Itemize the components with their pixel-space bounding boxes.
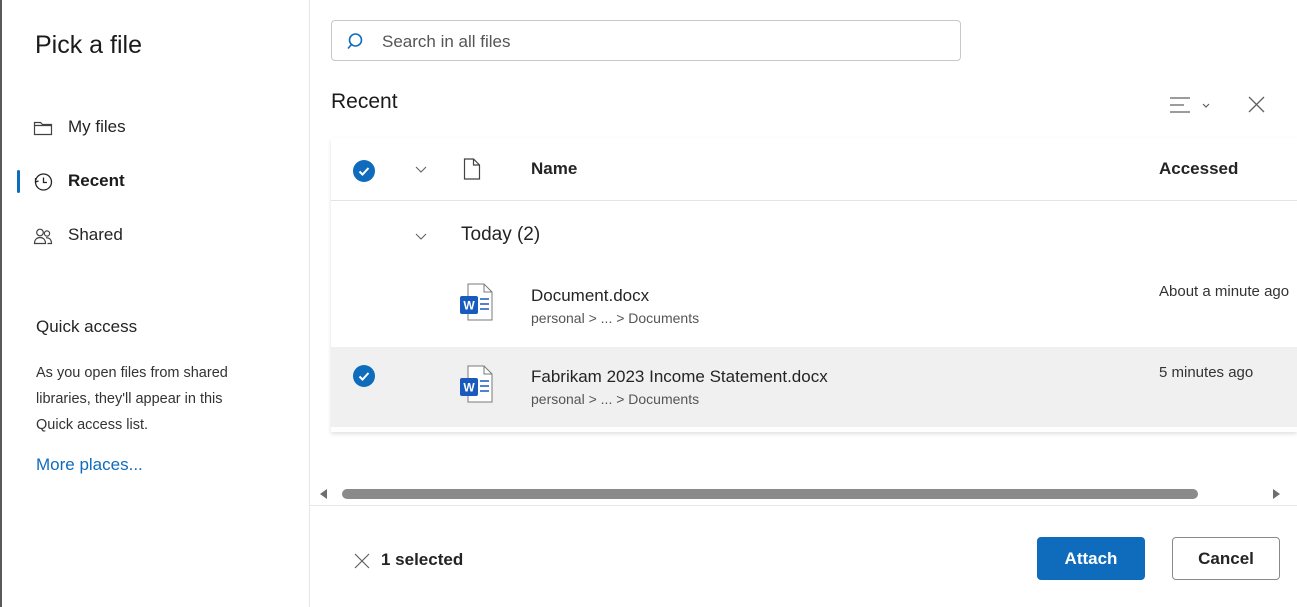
search-box[interactable]: [331, 20, 961, 61]
clear-selection-icon[interactable]: [352, 551, 372, 571]
checkmark-icon: [358, 167, 370, 176]
horizontal-scrollbar[interactable]: [318, 484, 1288, 502]
select-all-checkbox[interactable]: [353, 160, 375, 182]
sidebar-item-recent[interactable]: Recent: [2, 164, 302, 198]
folder-icon: [33, 121, 53, 136]
file-list: Name Accessed Today (2) W Document.docx …: [331, 138, 1297, 432]
quick-access-description: As you open files from shared libraries,…: [36, 365, 228, 433]
close-button[interactable]: [1244, 93, 1268, 117]
group-label: Today (2): [461, 224, 541, 245]
list-header: Name Accessed: [331, 138, 1297, 201]
svg-text:W: W: [463, 299, 475, 313]
checkmark-icon: [358, 372, 370, 381]
clock-icon: [34, 173, 53, 191]
active-indicator: [17, 170, 20, 193]
file-path: personal > ... > Documents: [531, 310, 700, 326]
people-icon: [33, 228, 53, 245]
column-header-name[interactable]: Name: [531, 159, 577, 179]
word-document-icon: W: [460, 283, 493, 321]
search-icon: [347, 33, 363, 50]
quick-access-title: Quick access: [36, 317, 138, 336]
column-header-accessed[interactable]: Accessed: [1159, 159, 1238, 179]
close-icon: [1248, 96, 1265, 113]
view-options-button[interactable]: [1164, 93, 1214, 119]
file-name[interactable]: Fabrikam 2023 Income Statement.docx: [531, 367, 828, 387]
scrollbar-thumb[interactable]: [342, 489, 1198, 499]
chevron-down-icon[interactable]: [415, 231, 427, 241]
collapse-all-chevron-icon[interactable]: [415, 164, 427, 174]
scroll-right-arrow-icon[interactable]: [1272, 489, 1280, 499]
attach-button[interactable]: Attach: [1037, 537, 1145, 580]
selected-count: 1 selected: [381, 550, 464, 569]
file-name[interactable]: Document.docx: [531, 286, 649, 306]
list-view-icon: [1170, 97, 1210, 113]
search-input[interactable]: [380, 29, 944, 55]
file-path: personal > ... > Documents: [531, 391, 700, 407]
file-row-selected[interactable]: W Fabrikam 2023 Income Statement.docx pe…: [331, 347, 1297, 427]
sidebar: Pick a file My files Recent Shared Quick…: [2, 0, 310, 607]
sidebar-item-shared[interactable]: Shared: [2, 218, 302, 252]
svg-text:W: W: [463, 381, 475, 395]
file-type-icon: [463, 158, 481, 180]
word-document-icon: W: [460, 365, 493, 403]
scroll-left-arrow-icon[interactable]: [320, 489, 328, 499]
group-header[interactable]: Today (2): [331, 201, 1297, 265]
row-checkbox[interactable]: [353, 365, 375, 387]
cancel-button[interactable]: Cancel: [1172, 537, 1280, 580]
footer-divider: [310, 505, 1297, 506]
sidebar-item-my-files[interactable]: My files: [2, 110, 302, 144]
file-row[interactable]: W Document.docx personal > ... > Documen…: [331, 265, 1297, 345]
dialog-title: Pick a file: [35, 31, 142, 59]
sidebar-item-label: Shared: [68, 225, 123, 244]
more-places-link[interactable]: More places...: [36, 455, 143, 475]
file-accessed-time: About a minute ago: [1159, 283, 1290, 300]
sidebar-item-label: My files: [68, 117, 126, 136]
file-accessed-time: 5 minutes ago: [1159, 364, 1254, 381]
section-title: Recent: [331, 90, 398, 113]
sidebar-item-label: Recent: [68, 171, 125, 190]
